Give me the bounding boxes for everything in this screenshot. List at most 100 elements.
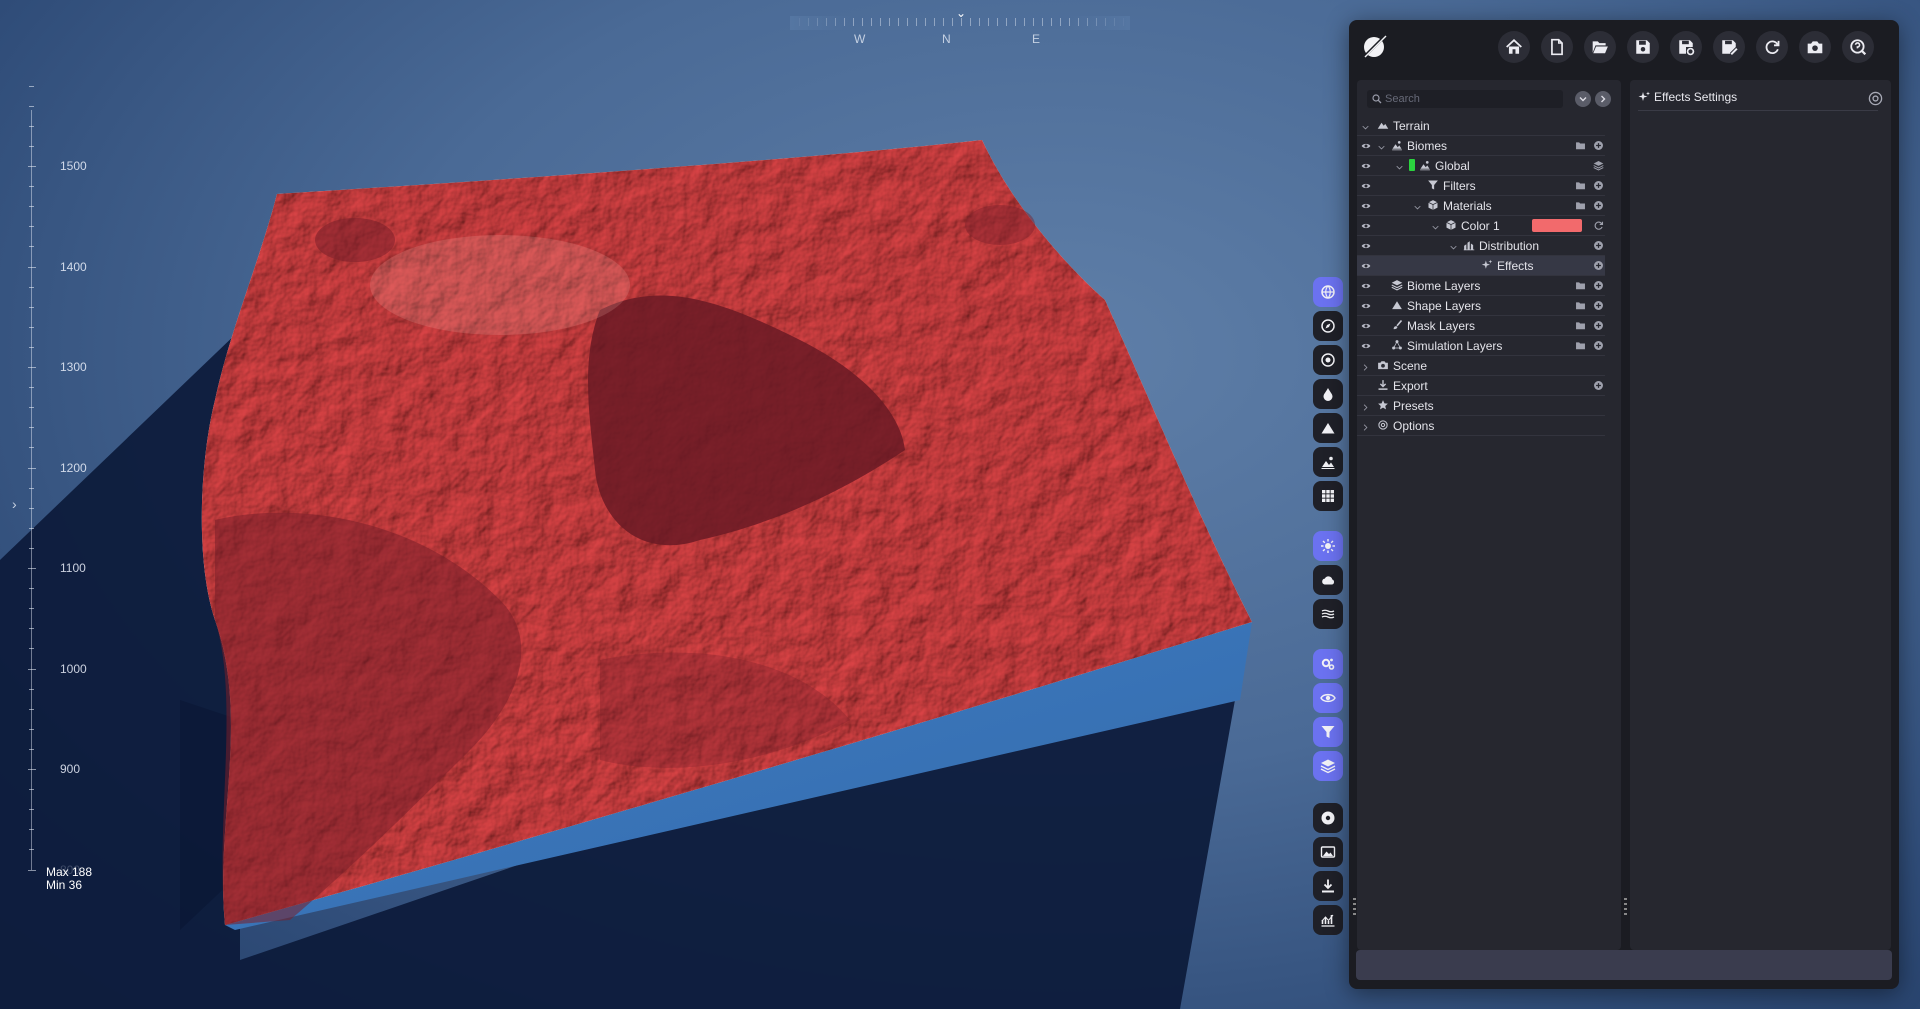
add-icon[interactable]: [1593, 300, 1604, 311]
filter-tool-button[interactable]: [1313, 717, 1343, 747]
folder-icon[interactable]: [1575, 300, 1586, 311]
visibility-eye-icon[interactable]: [1359, 200, 1373, 210]
tree-item-biomes[interactable]: Biomes: [1357, 136, 1605, 156]
tree-item-shape-layers[interactable]: Shape Layers: [1357, 296, 1605, 316]
gears-tool-button[interactable]: [1313, 649, 1343, 679]
add-icon[interactable]: [1593, 140, 1604, 151]
visibility-eye-icon[interactable]: [1359, 160, 1373, 170]
folder-icon[interactable]: [1575, 340, 1586, 351]
chevron-down-icon[interactable]: [1395, 161, 1404, 170]
new-file-button[interactable]: [1541, 31, 1573, 63]
search-input[interactable]: [1385, 90, 1557, 108]
ruler-minor-tick: [29, 286, 34, 288]
tree-item-distribution[interactable]: Distribution: [1357, 236, 1605, 256]
globe-tool-button[interactable]: [1313, 277, 1343, 307]
tree-item-options[interactable]: Options: [1357, 416, 1605, 436]
folder-icon[interactable]: [1575, 140, 1586, 151]
tree-item-label: Export: [1393, 379, 1428, 393]
help-button[interactable]: [1842, 31, 1874, 63]
cloud-tool-button[interactable]: [1313, 565, 1343, 595]
tree-item-color-1[interactable]: Color 1: [1357, 216, 1605, 236]
compass[interactable]: ⌄ W N E: [790, 6, 1130, 50]
save-icon: [1634, 38, 1652, 56]
chevron-right-icon[interactable]: ›: [12, 496, 17, 512]
grid-tool-button[interactable]: [1313, 481, 1343, 511]
chevron-right-icon[interactable]: [1361, 361, 1370, 371]
chevron-down-icon[interactable]: [1413, 201, 1422, 210]
expand-all-button[interactable]: [1595, 91, 1611, 107]
add-icon[interactable]: [1593, 280, 1604, 291]
chevron-right-icon[interactable]: [1361, 401, 1370, 411]
drop-tool-button[interactable]: [1313, 379, 1343, 409]
folder-icon[interactable]: [1575, 180, 1586, 191]
add-icon[interactable]: [1593, 240, 1604, 251]
home-button[interactable]: [1498, 31, 1530, 63]
chevron-down-icon: [1579, 97, 1587, 102]
camera-button[interactable]: [1799, 31, 1831, 63]
tree-item-terrain[interactable]: Terrain: [1357, 116, 1605, 136]
scene-tree-pane: Terrain Biomes Global Filters Materials Color…: [1353, 80, 1621, 950]
folder-icon[interactable]: [1575, 280, 1586, 291]
record-tool-button[interactable]: [1313, 803, 1343, 833]
ruler-minor-tick: [29, 588, 34, 590]
chevron-down-icon[interactable]: [1377, 141, 1386, 150]
folder-icon[interactable]: [1575, 320, 1586, 331]
add-icon[interactable]: [1593, 260, 1604, 271]
folder-icon[interactable]: [1575, 200, 1586, 211]
add-icon[interactable]: [1593, 380, 1604, 391]
search-icon: [1372, 94, 1382, 104]
water-tool-button[interactable]: [1313, 599, 1343, 629]
layers-icon[interactable]: [1593, 160, 1604, 171]
add-icon[interactable]: [1593, 320, 1604, 331]
download-tool-button[interactable]: [1313, 871, 1343, 901]
tree-item-presets[interactable]: Presets: [1357, 396, 1605, 416]
tree-item-mask-layers[interactable]: Mask Layers: [1357, 316, 1605, 336]
visibility-eye-icon[interactable]: [1359, 220, 1373, 230]
app-logo-icon[interactable]: [1359, 30, 1391, 62]
tree-item-simulation-layers[interactable]: Simulation Layers: [1357, 336, 1605, 356]
biome-tool-button[interactable]: [1313, 447, 1343, 477]
search-box[interactable]: [1367, 90, 1563, 108]
image-tool-button[interactable]: [1313, 837, 1343, 867]
tree-item-biome-layers[interactable]: Biome Layers: [1357, 276, 1605, 296]
layers-tool-button[interactable]: [1313, 751, 1343, 781]
refresh-button[interactable]: [1756, 31, 1788, 63]
tree-item-global[interactable]: Global: [1357, 156, 1605, 176]
chevron-down-icon[interactable]: [1431, 221, 1440, 230]
save-as-button[interactable]: [1713, 31, 1745, 63]
visibility-eye-icon[interactable]: [1359, 300, 1373, 310]
visibility-eye-icon[interactable]: [1359, 180, 1373, 190]
ruler-minor-tick: [29, 487, 34, 489]
visibility-eye-icon[interactable]: [1359, 320, 1373, 330]
add-icon[interactable]: [1593, 340, 1604, 351]
add-icon[interactable]: [1593, 180, 1604, 191]
add-icon[interactable]: [1593, 200, 1604, 211]
visibility-eye-icon[interactable]: [1359, 340, 1373, 350]
tree-item-filters[interactable]: Filters: [1357, 176, 1605, 196]
chevron-down-icon[interactable]: [1449, 241, 1458, 250]
chart-tool-button[interactable]: [1313, 905, 1343, 935]
save-button[interactable]: [1627, 31, 1659, 63]
material-color-swatch[interactable]: [1532, 219, 1582, 232]
visibility-eye-icon[interactable]: [1359, 240, 1373, 250]
chevron-right-icon[interactable]: [1361, 421, 1370, 431]
visibility-eye-icon[interactable]: [1359, 140, 1373, 150]
chevron-down-icon[interactable]: [1361, 121, 1370, 130]
tree-item-export[interactable]: Export: [1357, 376, 1605, 396]
gear-icon: [1377, 419, 1389, 431]
compass-tool-button[interactable]: [1313, 311, 1343, 341]
open-folder-button[interactable]: [1584, 31, 1616, 63]
collapse-all-button[interactable]: [1575, 91, 1591, 107]
tree-item-materials[interactable]: Materials: [1357, 196, 1605, 216]
target-tool-button[interactable]: [1313, 345, 1343, 375]
visibility-eye-icon[interactable]: [1359, 260, 1373, 270]
refresh-icon[interactable]: [1593, 220, 1604, 231]
visibility-eye-icon[interactable]: [1359, 280, 1373, 290]
mountain-tool-button[interactable]: [1313, 413, 1343, 443]
eye-tool-button[interactable]: [1313, 683, 1343, 713]
save-settings-button[interactable]: [1670, 31, 1702, 63]
sun-tool-button[interactable]: [1313, 531, 1343, 561]
tree-item-effects[interactable]: Effects: [1357, 256, 1605, 276]
settings-gear-icon[interactable]: [1868, 91, 1883, 106]
tree-item-scene[interactable]: Scene: [1357, 356, 1605, 376]
